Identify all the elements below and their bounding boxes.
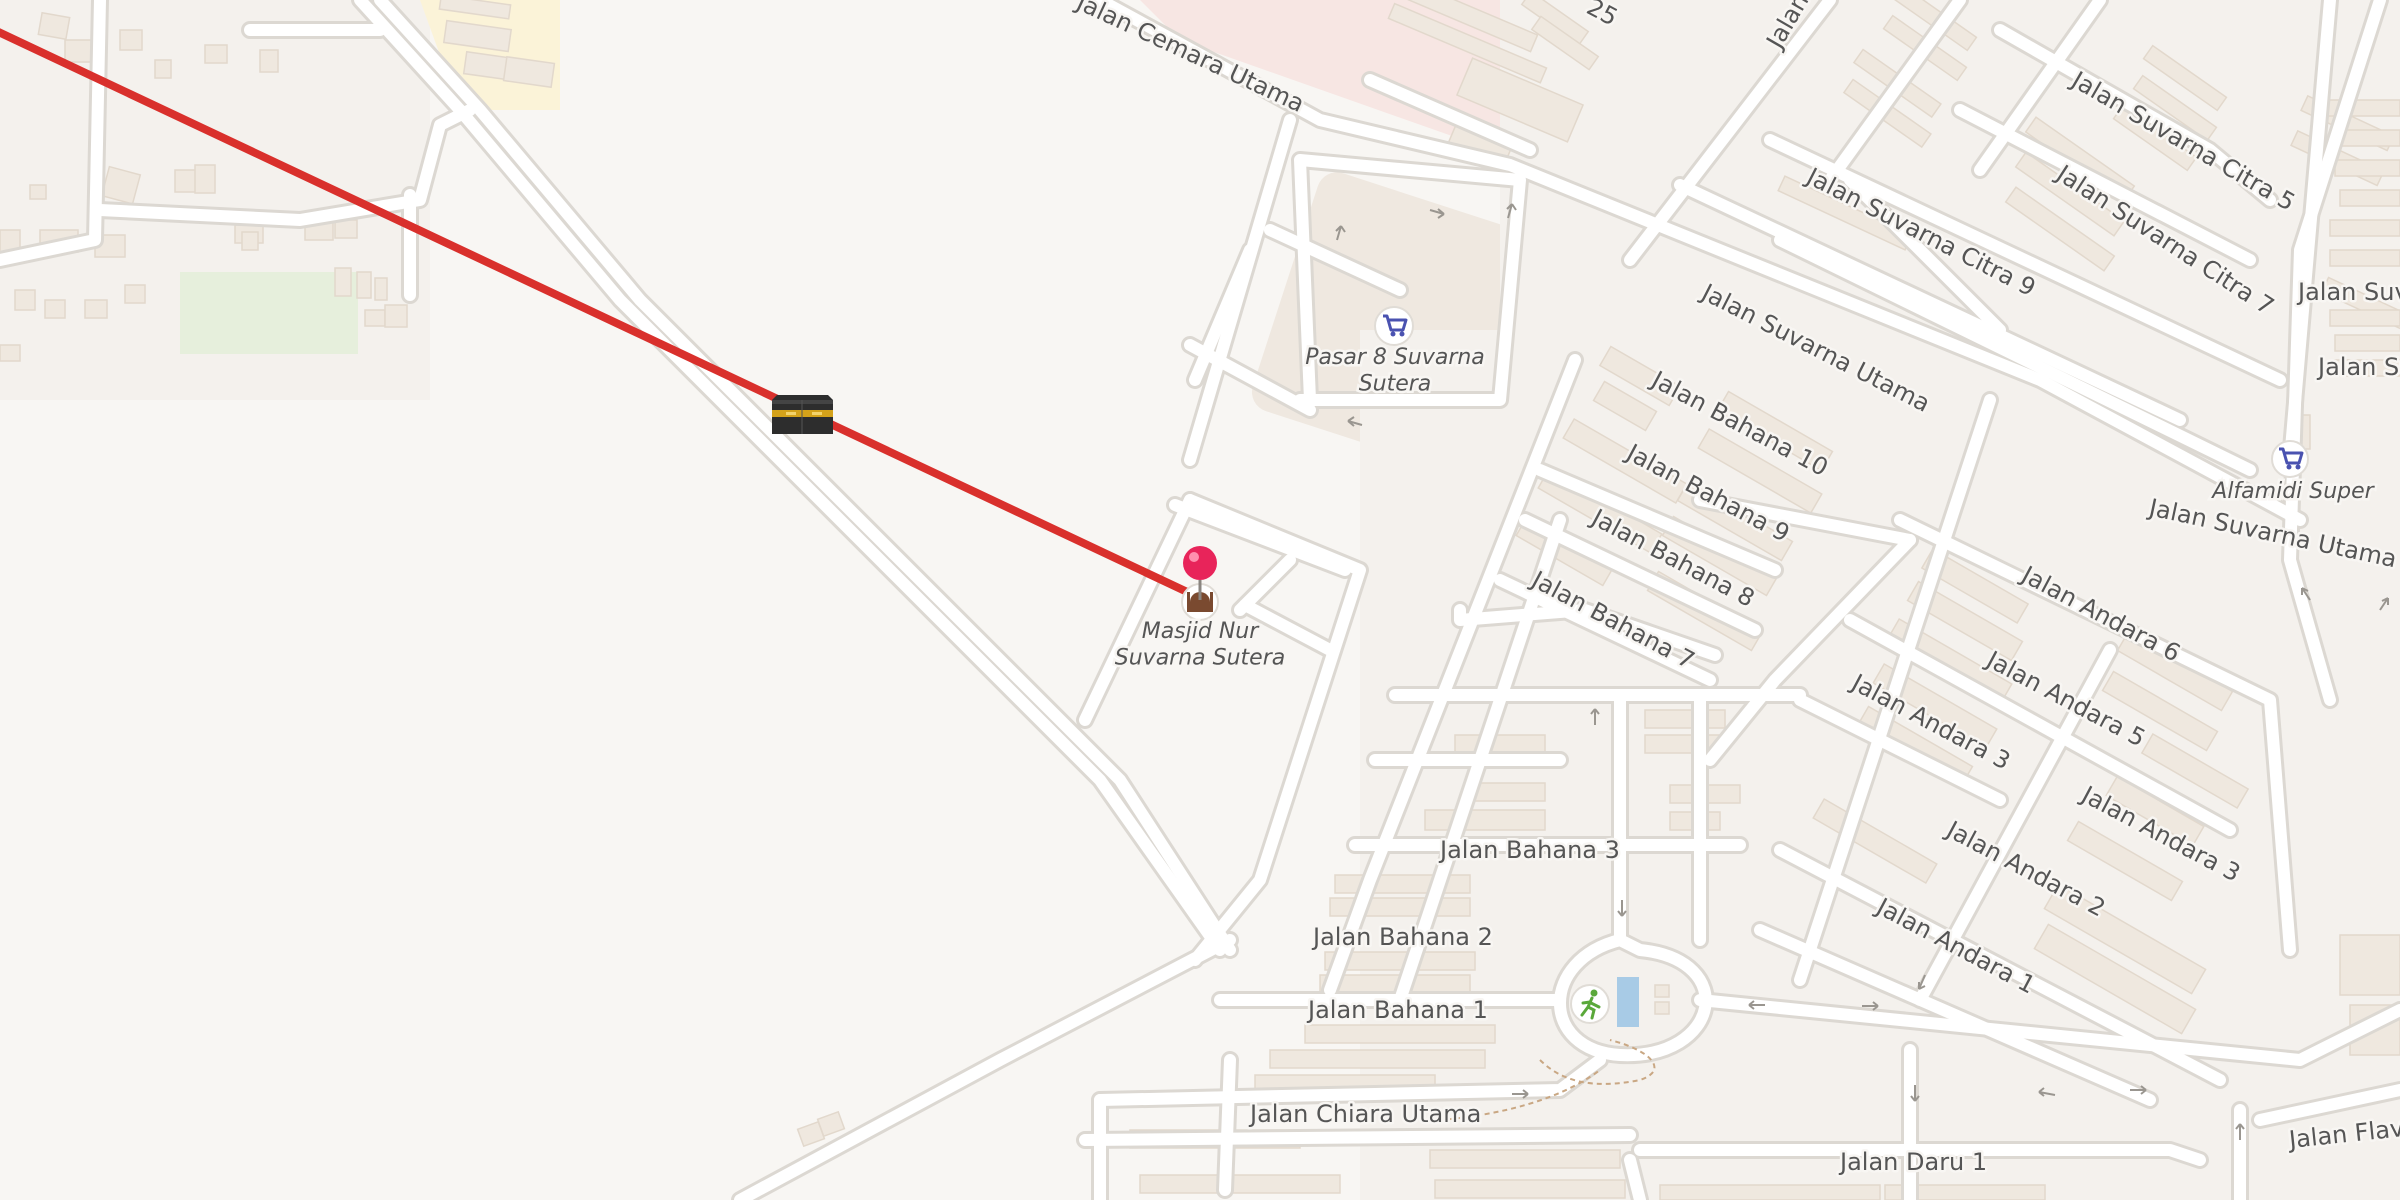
building bbox=[374, 277, 388, 301]
building bbox=[816, 1110, 846, 1138]
shopping-cart-icon bbox=[2286, 464, 2292, 470]
building bbox=[119, 29, 143, 51]
building bbox=[2339, 934, 2400, 996]
shopping-cart-icon[interactable] bbox=[1374, 306, 1414, 346]
building bbox=[334, 267, 352, 297]
building bbox=[384, 304, 408, 328]
building bbox=[1424, 809, 1546, 831]
shopping-cart-icon bbox=[1399, 331, 1405, 337]
building bbox=[1454, 734, 1546, 754]
map-view[interactable]: Jalan Cemara Utama 25 Jalan Jalan Suvarn… bbox=[0, 0, 2400, 1200]
street-label: Jalan Suv bbox=[2316, 353, 2400, 381]
building bbox=[1139, 1174, 1341, 1194]
pin-head bbox=[1183, 546, 1217, 580]
kaaba-band-detail bbox=[786, 412, 796, 415]
building bbox=[194, 164, 216, 194]
building bbox=[1434, 1179, 1626, 1199]
street-label: Jalan Bahana 2 bbox=[1311, 923, 1493, 951]
pin-highlight bbox=[1189, 552, 1199, 562]
building bbox=[154, 59, 172, 79]
building bbox=[44, 299, 66, 319]
water-feature bbox=[1617, 977, 1639, 1027]
shopping-cart-icon bbox=[2295, 464, 2301, 470]
building bbox=[37, 11, 71, 41]
building bbox=[259, 49, 279, 73]
building bbox=[29, 184, 47, 200]
building bbox=[241, 231, 259, 251]
building bbox=[124, 284, 146, 304]
kaaba-band-detail bbox=[812, 412, 822, 415]
building bbox=[0, 344, 21, 362]
shopping-cart-icon bbox=[1390, 331, 1396, 337]
map-canvas[interactable]: Jalan Cemara Utama 25 Jalan Jalan Suvarn… bbox=[0, 0, 2400, 1200]
poi-park[interactable] bbox=[1570, 984, 1610, 1024]
building bbox=[2329, 309, 2400, 327]
building bbox=[1429, 1149, 1621, 1169]
building bbox=[1654, 984, 1670, 998]
street-label: Jalan Chiara Utama bbox=[1248, 1100, 1481, 1128]
street-label: Jalan Suv bbox=[2296, 278, 2400, 306]
building bbox=[364, 309, 386, 327]
street-label: Jalan Bahana 1 bbox=[1306, 996, 1488, 1024]
building bbox=[2334, 159, 2400, 177]
poi-label: Alfamidi Super bbox=[2210, 479, 2375, 504]
building bbox=[1644, 709, 1726, 729]
street-label: Jalan Bahana 3 bbox=[1438, 836, 1620, 864]
building bbox=[84, 299, 108, 319]
building bbox=[2334, 334, 2400, 352]
building bbox=[2339, 189, 2400, 207]
building bbox=[14, 289, 36, 311]
shopping-cart-icon[interactable] bbox=[2271, 440, 2309, 478]
park-area-small bbox=[180, 272, 358, 354]
building bbox=[1304, 1024, 1496, 1044]
building bbox=[356, 271, 372, 299]
building bbox=[1654, 1001, 1670, 1015]
building bbox=[1659, 1184, 1881, 1200]
building bbox=[64, 39, 94, 63]
running-person-icon bbox=[1590, 989, 1598, 997]
building bbox=[1269, 1049, 1486, 1069]
street-label: Jalan Daru 1 bbox=[1838, 1148, 1987, 1176]
poi-label-line: Masjid Nur Suvarna Sutera bbox=[1115, 619, 1285, 670]
kaaba-icon[interactable] bbox=[772, 395, 833, 434]
building bbox=[204, 44, 228, 64]
building bbox=[2329, 249, 2400, 267]
mosque-icon bbox=[1187, 592, 1190, 612]
mosque-icon bbox=[1210, 592, 1213, 612]
building bbox=[2329, 219, 2400, 237]
